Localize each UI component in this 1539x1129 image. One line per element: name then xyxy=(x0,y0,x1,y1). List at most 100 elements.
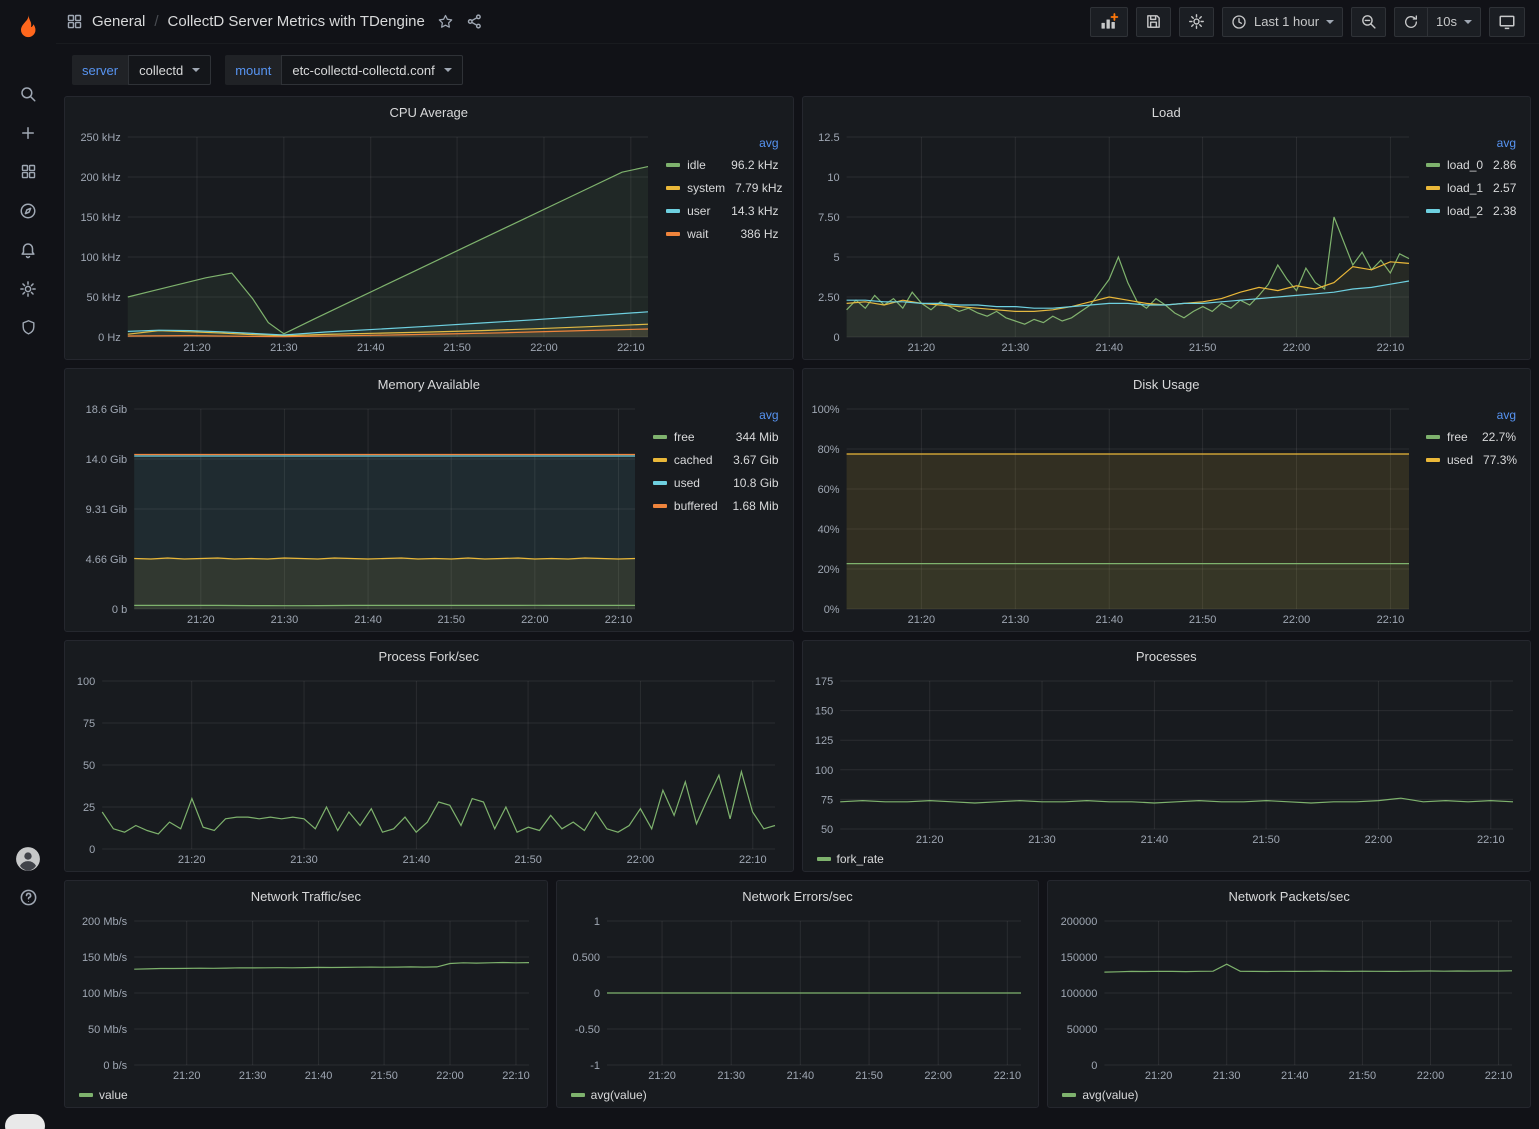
variable-value-dropdown[interactable]: collectd xyxy=(128,55,211,85)
legend-item[interactable]: load_02.86 xyxy=(1426,153,1516,176)
chart-svg[interactable]: 0 b4.66 Gib9.31 Gib14.0 Gib18.6 Gib21:20… xyxy=(69,399,649,629)
svg-text:21:20: 21:20 xyxy=(1145,1070,1173,1082)
chat-bubble[interactable] xyxy=(5,1114,45,1129)
legend-item[interactable]: avg(value) xyxy=(571,1088,657,1102)
chart-svg[interactable]: 05000010000015000020000021:2021:3021:402… xyxy=(1052,911,1526,1085)
chart-area[interactable]: -1-0.5000.500121:2021:3021:4021:5022:002… xyxy=(561,911,1035,1105)
svg-text:21:50: 21:50 xyxy=(855,1070,883,1082)
legend-avg-header: avg xyxy=(1426,405,1516,425)
legend-item[interactable]: load_12.57 xyxy=(1426,176,1516,199)
add-panel-icon xyxy=(1099,12,1119,32)
user-avatar[interactable] xyxy=(8,839,48,878)
dashboard-settings-button[interactable] xyxy=(1179,7,1214,37)
panel-network-packets-sec: Network Packets/sec050000100000150000200… xyxy=(1047,880,1531,1108)
svg-text:20%: 20% xyxy=(817,564,839,576)
chart-area[interactable]: 05000010000015000020000021:2021:3021:402… xyxy=(1052,911,1526,1105)
legend-item[interactable]: used10.8 Gib xyxy=(653,471,779,494)
panel-legend: avg(value) xyxy=(561,1085,1035,1105)
chart-area[interactable]: 025507510021:2021:3021:4021:5022:0022:10 xyxy=(69,671,789,869)
legend-item[interactable]: wait386 Hz xyxy=(666,222,778,245)
svg-text:21:30: 21:30 xyxy=(1028,834,1056,846)
chart-svg[interactable]: 507510012515017521:2021:3021:4021:5022:0… xyxy=(807,671,1527,849)
create-icon[interactable] xyxy=(8,113,48,152)
configuration-icon[interactable] xyxy=(8,269,48,308)
svg-text:40%: 40% xyxy=(817,524,839,536)
cycle-view-button[interactable] xyxy=(1489,7,1525,37)
panel-title[interactable]: Network Traffic/sec xyxy=(65,881,547,911)
legend-item[interactable]: free22.7% xyxy=(1426,425,1516,448)
chart-area[interactable]: 0 b4.66 Gib9.31 Gib14.0 Gib18.6 Gib21:20… xyxy=(69,399,649,629)
chart-svg[interactable]: 025507510021:2021:3021:4021:5022:0022:10 xyxy=(69,671,789,869)
refresh-button[interactable] xyxy=(1394,7,1427,37)
legend-item[interactable]: idle96.2 kHz xyxy=(666,153,778,176)
chart-area[interactable]: 0 Hz50 kHz100 kHz150 kHz200 kHz250 kHz21… xyxy=(69,127,662,357)
svg-text:75: 75 xyxy=(820,794,832,806)
panel-title[interactable]: Network Packets/sec xyxy=(1048,881,1530,911)
legend-item[interactable]: cached3.67 Gib xyxy=(653,448,779,471)
chart-area[interactable]: 02.5057.501012.521:2021:3021:4021:5022:0… xyxy=(807,127,1423,357)
legend-series-name: used xyxy=(1447,453,1473,467)
chart-area[interactable]: 0%20%40%60%80%100%21:2021:3021:4021:5022… xyxy=(807,399,1423,629)
legend-item[interactable]: user14.3 kHz xyxy=(666,199,778,222)
alerting-icon[interactable] xyxy=(8,230,48,269)
add-panel-button[interactable] xyxy=(1090,7,1128,37)
breadcrumb-folder[interactable]: General xyxy=(92,13,145,30)
legend-item[interactable]: fork_rate xyxy=(817,852,894,866)
search-icon[interactable] xyxy=(8,74,48,113)
variable-value: collectd xyxy=(139,63,183,78)
panel-load: Load02.5057.501012.521:2021:3021:4021:50… xyxy=(802,96,1532,360)
legend-item[interactable]: load_22.38 xyxy=(1426,199,1516,222)
svg-text:22:00: 22:00 xyxy=(1417,1070,1445,1082)
legend-item[interactable]: buffered1.68 Mib xyxy=(653,494,779,517)
panel-title[interactable]: Memory Available xyxy=(65,369,793,399)
svg-text:22:10: 22:10 xyxy=(739,854,767,866)
avatar xyxy=(15,846,41,872)
legend-item[interactable]: system7.79 kHz xyxy=(666,176,778,199)
svg-text:12.5: 12.5 xyxy=(818,132,839,144)
help-icon[interactable] xyxy=(8,878,48,917)
chart-area[interactable]: 0 b/s50 Mb/s100 Mb/s150 Mb/s200 Mb/s21:2… xyxy=(69,911,543,1105)
series-color-dash xyxy=(653,458,667,462)
legend-item[interactable]: value xyxy=(79,1088,138,1102)
variable-label: mount xyxy=(225,55,281,85)
panel-title[interactable]: Processes xyxy=(803,641,1531,671)
panel-body: 0 b4.66 Gib9.31 Gib14.0 Gib18.6 Gib21:20… xyxy=(65,399,793,631)
share-icon[interactable] xyxy=(466,13,483,30)
panel-title[interactable]: Load xyxy=(803,97,1531,127)
star-icon[interactable] xyxy=(437,13,454,30)
save-dashboard-button[interactable] xyxy=(1136,7,1171,37)
time-range-picker[interactable]: Last 1 hour xyxy=(1222,7,1343,37)
svg-text:21:20: 21:20 xyxy=(648,1070,676,1082)
svg-text:0 b/s: 0 b/s xyxy=(103,1060,127,1072)
panel-title[interactable]: CPU Average xyxy=(65,97,793,127)
page-title[interactable]: CollectD Server Metrics with TDengine xyxy=(168,13,425,30)
chart-svg[interactable]: 0%20%40%60%80%100%21:2021:3021:4021:5022… xyxy=(807,399,1423,629)
svg-text:22:00: 22:00 xyxy=(1364,834,1392,846)
sidebar-bottom xyxy=(8,839,48,1129)
chart-svg[interactable]: 0 Hz50 kHz100 kHz150 kHz200 kHz250 kHz21… xyxy=(69,127,662,357)
zoom-out-button[interactable] xyxy=(1351,7,1386,37)
dashboards-icon[interactable] xyxy=(8,152,48,191)
legend-item[interactable]: used77.3% xyxy=(1426,448,1516,471)
svg-text:4.66 Gib: 4.66 Gib xyxy=(86,554,128,566)
monitor-icon xyxy=(1498,13,1516,31)
refresh-interval-label: 10s xyxy=(1436,14,1457,29)
explore-icon[interactable] xyxy=(8,191,48,230)
svg-text:150 Mb/s: 150 Mb/s xyxy=(82,952,128,964)
app-root: General / CollectD Server Metrics with T… xyxy=(0,0,1539,1129)
main-area: General / CollectD Server Metrics with T… xyxy=(56,0,1539,1129)
chart-area[interactable]: 507510012515017521:2021:3021:4021:5022:0… xyxy=(807,671,1527,869)
chart-svg[interactable]: -1-0.5000.500121:2021:3021:4021:5022:002… xyxy=(561,911,1035,1085)
grafana-logo[interactable] xyxy=(10,8,46,44)
panel-title[interactable]: Process Fork/sec xyxy=(65,641,793,671)
variable-value-dropdown[interactable]: etc-collectd-collectd.conf xyxy=(281,55,462,85)
server-admin-icon[interactable] xyxy=(8,308,48,347)
panel-body: 507510012515017521:2021:3021:4021:5022:0… xyxy=(803,671,1531,871)
legend-item[interactable]: avg(value) xyxy=(1062,1088,1148,1102)
legend-item[interactable]: free344 Mib xyxy=(653,425,779,448)
chart-svg[interactable]: 02.5057.501012.521:2021:3021:4021:5022:0… xyxy=(807,127,1423,357)
panel-title[interactable]: Disk Usage xyxy=(803,369,1531,399)
refresh-interval-dropdown[interactable]: 10s xyxy=(1427,7,1481,37)
chart-svg[interactable]: 0 b/s50 Mb/s100 Mb/s150 Mb/s200 Mb/s21:2… xyxy=(69,911,543,1085)
panel-title[interactable]: Network Errors/sec xyxy=(557,881,1039,911)
